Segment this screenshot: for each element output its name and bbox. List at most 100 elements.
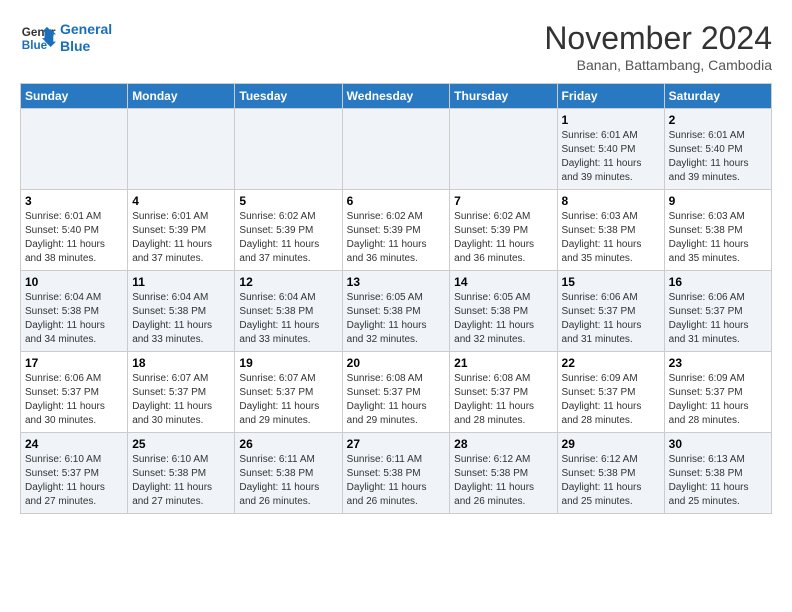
day-number: 8: [562, 194, 660, 208]
calendar-week-row: 24Sunrise: 6:10 AM Sunset: 5:37 PM Dayli…: [21, 433, 772, 514]
weekday-header: Thursday: [450, 84, 557, 109]
day-number: 24: [25, 437, 123, 451]
day-number: 13: [347, 275, 446, 289]
calendar-cell: 5Sunrise: 6:02 AM Sunset: 5:39 PM Daylig…: [235, 190, 342, 271]
calendar-cell: [128, 109, 235, 190]
day-number: 19: [239, 356, 337, 370]
calendar-cell: 23 Sunrise: 6:09 AM Sunset: 5:37 PM Dayli…: [664, 352, 771, 433]
calendar-cell: 26 Sunrise: 6:11 AM Sunset: 5:38 PM Dayli…: [235, 433, 342, 514]
day-info: Sunrise: 6:06 AM Sunset: 5:37 PM Dayligh…: [669, 291, 767, 347]
calendar-cell: 12Sunrise: 6:04 AM Sunset: 5:38 PM Dayli…: [235, 271, 342, 352]
calendar-cell: [235, 109, 342, 190]
calendar-cell: 14 Sunrise: 6:05 AM Sunset: 5:38 PM Dayli…: [450, 271, 557, 352]
day-info: Sunrise: 6:10 AM Sunset: 5:38 PM Dayligh…: [132, 453, 230, 509]
day-number: 16: [669, 275, 767, 289]
day-number: 22: [562, 356, 660, 370]
day-number: 17: [25, 356, 123, 370]
calendar-cell: 10 Sunrise: 6:04 AM Sunset: 5:38 PM Dayli…: [21, 271, 128, 352]
location-subtitle: Banan, Battambang, Cambodia: [544, 57, 772, 73]
day-number: 12: [239, 275, 337, 289]
calendar-cell: 13Sunrise: 6:05 AM Sunset: 5:38 PM Dayli…: [342, 271, 450, 352]
weekday-header: Saturday: [664, 84, 771, 109]
day-info: Sunrise: 6:12 AM Sunset: 5:38 PM Dayligh…: [562, 453, 660, 509]
day-number: 28: [454, 437, 552, 451]
day-number: 1: [562, 113, 660, 127]
day-info: Sunrise: 6:03 AM Sunset: 5:38 PM Dayligh…: [669, 210, 767, 266]
day-info: Sunrise: 6:02 AM Sunset: 5:39 PM Dayligh…: [454, 210, 552, 266]
day-info: Sunrise: 6:07 AM Sunset: 5:37 PM Dayligh…: [239, 372, 337, 428]
day-number: 21: [454, 356, 552, 370]
day-number: 2: [669, 113, 767, 127]
calendar-week-row: 10 Sunrise: 6:04 AM Sunset: 5:38 PM Dayli…: [21, 271, 772, 352]
calendar-cell: [21, 109, 128, 190]
weekday-header: Tuesday: [235, 84, 342, 109]
calendar-cell: 24Sunrise: 6:10 AM Sunset: 5:37 PM Dayli…: [21, 433, 128, 514]
day-info: Sunrise: 6:02 AM Sunset: 5:39 PM Dayligh…: [347, 210, 446, 266]
page-header: General Blue GeneralBlue November 2024 B…: [20, 20, 772, 73]
logo-icon: General Blue: [20, 20, 56, 56]
calendar-cell: 17 Sunrise: 6:06 AM Sunset: 5:37 PM Dayli…: [21, 352, 128, 433]
day-number: 10: [25, 275, 123, 289]
day-info: Sunrise: 6:01 AM Sunset: 5:40 PM Dayligh…: [669, 129, 767, 185]
day-number: 6: [347, 194, 446, 208]
calendar-week-row: 3 Sunrise: 6:01 AM Sunset: 5:40 PM Daylig…: [21, 190, 772, 271]
day-info: Sunrise: 6:04 AM Sunset: 5:38 PM Dayligh…: [132, 291, 230, 347]
weekday-header: Wednesday: [342, 84, 450, 109]
day-info: Sunrise: 6:09 AM Sunset: 5:37 PM Dayligh…: [562, 372, 660, 428]
day-info: Sunrise: 6:09 AM Sunset: 5:37 PM Dayligh…: [669, 372, 767, 428]
calendar-cell: 25 Sunrise: 6:10 AM Sunset: 5:38 PM Dayli…: [128, 433, 235, 514]
day-number: 9: [669, 194, 767, 208]
calendar-cell: [450, 109, 557, 190]
day-info: Sunrise: 6:11 AM Sunset: 5:38 PM Dayligh…: [239, 453, 337, 509]
day-number: 29: [562, 437, 660, 451]
day-number: 20: [347, 356, 446, 370]
calendar-cell: 15 Sunrise: 6:06 AM Sunset: 5:37 PM Dayli…: [557, 271, 664, 352]
day-info: Sunrise: 6:04 AM Sunset: 5:38 PM Dayligh…: [25, 291, 123, 347]
day-number: 27: [347, 437, 446, 451]
calendar-week-row: 1 Sunrise: 6:01 AM Sunset: 5:40 PM Daylig…: [21, 109, 772, 190]
calendar-week-row: 17 Sunrise: 6:06 AM Sunset: 5:37 PM Dayli…: [21, 352, 772, 433]
calendar-table: SundayMondayTuesdayWednesdayThursdayFrid…: [20, 83, 772, 514]
calendar-cell: 19 Sunrise: 6:07 AM Sunset: 5:37 PM Dayli…: [235, 352, 342, 433]
day-info: Sunrise: 6:01 AM Sunset: 5:39 PM Dayligh…: [132, 210, 230, 266]
svg-text:Blue: Blue: [22, 39, 48, 52]
day-number: 15: [562, 275, 660, 289]
calendar-cell: 29 Sunrise: 6:12 AM Sunset: 5:38 PM Dayli…: [557, 433, 664, 514]
day-info: Sunrise: 6:08 AM Sunset: 5:37 PM Dayligh…: [454, 372, 552, 428]
day-info: Sunrise: 6:13 AM Sunset: 5:38 PM Dayligh…: [669, 453, 767, 509]
logo: General Blue GeneralBlue: [20, 20, 112, 56]
title-area: November 2024 Banan, Battambang, Cambodi…: [544, 20, 772, 73]
calendar-cell: 28Sunrise: 6:12 AM Sunset: 5:38 PM Dayli…: [450, 433, 557, 514]
day-info: Sunrise: 6:03 AM Sunset: 5:38 PM Dayligh…: [562, 210, 660, 266]
calendar-cell: 11 Sunrise: 6:04 AM Sunset: 5:38 PM Dayli…: [128, 271, 235, 352]
day-info: Sunrise: 6:08 AM Sunset: 5:37 PM Dayligh…: [347, 372, 446, 428]
calendar-cell: 1 Sunrise: 6:01 AM Sunset: 5:40 PM Daylig…: [557, 109, 664, 190]
day-info: Sunrise: 6:01 AM Sunset: 5:40 PM Dayligh…: [562, 129, 660, 185]
day-info: Sunrise: 6:06 AM Sunset: 5:37 PM Dayligh…: [562, 291, 660, 347]
calendar-cell: 21 Sunrise: 6:08 AM Sunset: 5:37 PM Dayli…: [450, 352, 557, 433]
calendar-cell: 16 Sunrise: 6:06 AM Sunset: 5:37 PM Dayli…: [664, 271, 771, 352]
day-number: 11: [132, 275, 230, 289]
day-number: 30: [669, 437, 767, 451]
day-info: Sunrise: 6:05 AM Sunset: 5:38 PM Dayligh…: [454, 291, 552, 347]
calendar-cell: 6 Sunrise: 6:02 AM Sunset: 5:39 PM Daylig…: [342, 190, 450, 271]
day-number: 26: [239, 437, 337, 451]
calendar-cell: 22 Sunrise: 6:09 AM Sunset: 5:37 PM Dayli…: [557, 352, 664, 433]
calendar-cell: 27 Sunrise: 6:11 AM Sunset: 5:38 PM Dayli…: [342, 433, 450, 514]
calendar-cell: 18Sunrise: 6:07 AM Sunset: 5:37 PM Dayli…: [128, 352, 235, 433]
calendar-cell: 7Sunrise: 6:02 AM Sunset: 5:39 PM Daylig…: [450, 190, 557, 271]
day-info: Sunrise: 6:06 AM Sunset: 5:37 PM Dayligh…: [25, 372, 123, 428]
logo-text: GeneralBlue: [60, 21, 112, 55]
weekday-header-row: SundayMondayTuesdayWednesdayThursdayFrid…: [21, 84, 772, 109]
calendar-cell: 8 Sunrise: 6:03 AM Sunset: 5:38 PM Daylig…: [557, 190, 664, 271]
day-number: 25: [132, 437, 230, 451]
day-info: Sunrise: 6:11 AM Sunset: 5:38 PM Dayligh…: [347, 453, 446, 509]
day-number: 14: [454, 275, 552, 289]
day-info: Sunrise: 6:01 AM Sunset: 5:40 PM Dayligh…: [25, 210, 123, 266]
calendar-cell: 2 Sunrise: 6:01 AM Sunset: 5:40 PM Daylig…: [664, 109, 771, 190]
day-number: 3: [25, 194, 123, 208]
day-number: 23: [669, 356, 767, 370]
calendar-cell: 20 Sunrise: 6:08 AM Sunset: 5:37 PM Dayli…: [342, 352, 450, 433]
calendar-cell: 9 Sunrise: 6:03 AM Sunset: 5:38 PM Daylig…: [664, 190, 771, 271]
day-number: 5: [239, 194, 337, 208]
